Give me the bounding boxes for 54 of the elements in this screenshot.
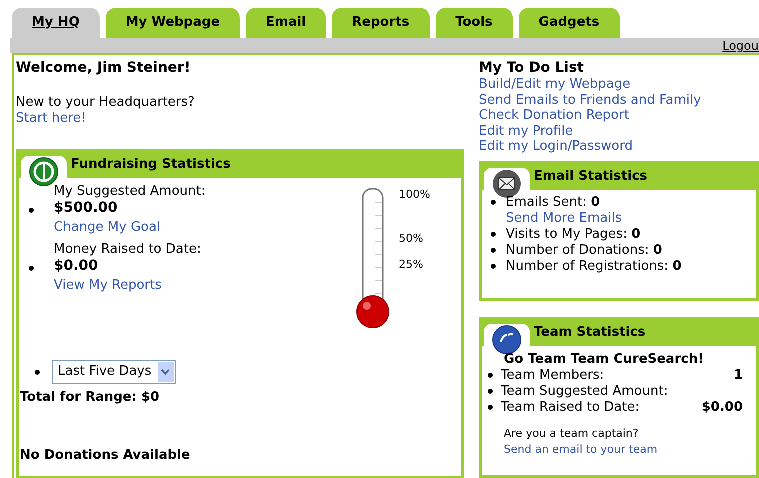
stat-value: $0.00 xyxy=(54,258,100,274)
stat-link[interactable]: View My Reports xyxy=(54,278,202,294)
nav-tab[interactable]: Gadgets xyxy=(518,8,620,38)
stat-label: Money Raised to Date: xyxy=(54,242,202,258)
panel-title: Team Statistics xyxy=(533,324,646,342)
stat-value: $500.00 xyxy=(54,200,119,216)
bullet-icon xyxy=(29,208,34,212)
no-donations-message: No Donations Available xyxy=(19,446,192,464)
stat-link[interactable]: Change My Goal xyxy=(54,220,206,236)
panel-title: Email Statistics xyxy=(533,168,648,186)
range-total: Total for Range: $0 xyxy=(19,389,161,407)
logout-link[interactable]: Logou xyxy=(722,40,759,53)
team-name: Go Team Team CureSearch! xyxy=(503,352,706,368)
thermometer-tick-label: 100% xyxy=(399,188,430,202)
team-stat-label: Team Raised to Date: xyxy=(501,400,641,416)
bullet-icon xyxy=(491,264,496,270)
intro-text: New to your Headquarters? xyxy=(16,95,196,111)
email-stat: Number of Registrations: 0 xyxy=(506,258,682,275)
bullet-icon xyxy=(491,200,496,206)
team-stat-label: Team Suggested Amount: xyxy=(501,384,670,400)
bullet-icon xyxy=(488,405,493,410)
bullet-icon xyxy=(35,370,40,374)
todo-link[interactable]: Check Donation Report xyxy=(479,108,759,124)
todo-heading: My To Do List xyxy=(479,59,585,77)
thermometer-tick-label: 50% xyxy=(399,232,424,246)
thermometer-tick-label: 25% xyxy=(399,258,424,272)
bullet-icon xyxy=(29,266,34,270)
nav-tab[interactable]: Tools xyxy=(436,8,513,38)
team-stat-label: Team Members: xyxy=(501,368,606,384)
bullet-icon xyxy=(491,248,496,254)
email-team-link[interactable]: Send an email to your team xyxy=(488,442,756,458)
email-stat: Visits to My Pages: 0 xyxy=(506,226,641,243)
nav-tab[interactable]: Email xyxy=(246,8,326,38)
email-stat: Emails Sent: 0 xyxy=(506,194,600,211)
bullet-icon xyxy=(491,232,496,238)
todo-link[interactable]: Build/Edit my Webpage xyxy=(479,77,759,93)
panel-title: Fundraising Statistics xyxy=(70,156,231,174)
start-link[interactable]: Start here! xyxy=(16,111,464,127)
nav-tab[interactable]: My Webpage xyxy=(106,8,240,38)
email-stat: Number of Donations: 0 xyxy=(506,242,662,259)
send-emails-link[interactable]: Send More Emails xyxy=(506,210,756,227)
stat-label: My Suggested Amount: xyxy=(54,184,206,200)
nav-tab[interactable]: My HQ xyxy=(12,8,100,38)
todo-link[interactable]: Send Emails to Friends and Family xyxy=(479,92,759,108)
bullet-icon xyxy=(488,373,493,378)
todo-link[interactable]: Edit my Profile xyxy=(479,124,759,140)
captain-question: Are you a team captain? xyxy=(503,426,640,442)
bullet-icon xyxy=(488,389,493,394)
team-stat-value: $0.00 xyxy=(700,400,743,416)
range-select[interactable]: Last Five Days xyxy=(52,360,176,384)
nav-tab[interactable]: Reports xyxy=(332,8,430,38)
team-stat-value: 1 xyxy=(732,368,743,384)
todo-link[interactable]: Edit my Login/Password xyxy=(479,139,759,155)
welcome-heading: Welcome, Jim Steiner! xyxy=(16,59,192,77)
